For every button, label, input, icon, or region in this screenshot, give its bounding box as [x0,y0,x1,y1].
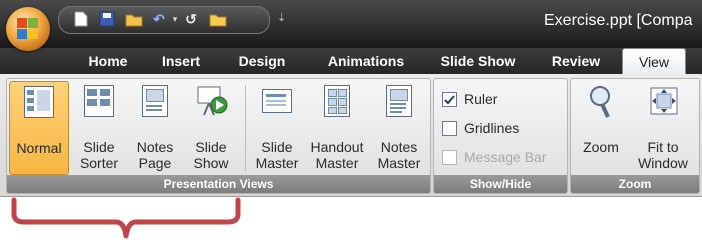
office-logo-icon [17,18,39,40]
office-button[interactable] [6,7,50,51]
annotation-brace [11,197,241,239]
